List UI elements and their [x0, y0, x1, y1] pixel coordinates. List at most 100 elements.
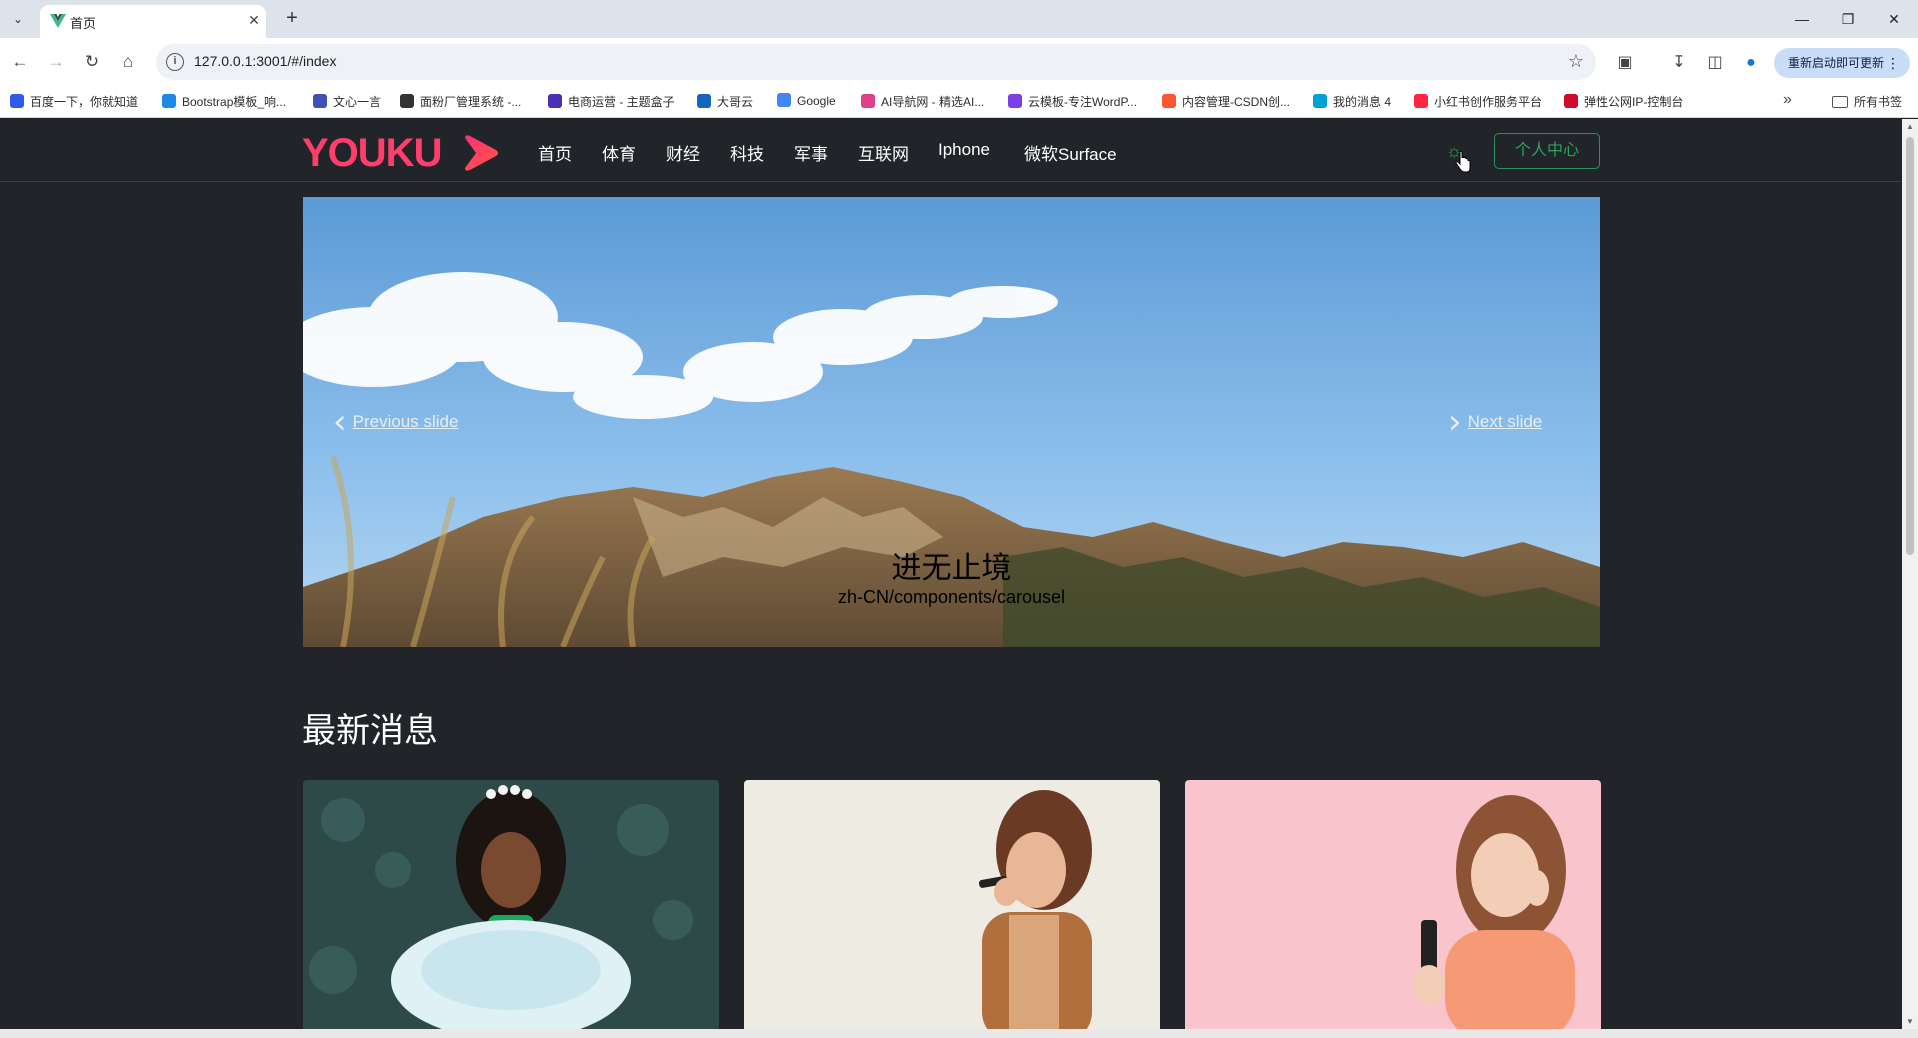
- bookmark-item[interactable]: 内容管理-CSDN创...: [1162, 93, 1290, 111]
- browser-toolbar: ← → ↻ ⌂ i 127.0.0.1:3001/#/index ☆ ▣ ↧ ◫…: [0, 38, 1918, 86]
- youku-play-logo-icon: [465, 135, 498, 171]
- bookmark-favicon-icon: [1162, 94, 1176, 108]
- update-label: 重新启动即可更新: [1788, 56, 1885, 70]
- bookmark-item[interactable]: 面粉厂管理系统 -...: [400, 93, 521, 111]
- chevron-right-icon: ›: [1448, 402, 1462, 442]
- prev-slide-label: Previous slide: [352, 412, 459, 431]
- download-icon[interactable]: ↧: [1668, 52, 1690, 74]
- bookmark-item[interactable]: 云模板-专注WordP...: [1008, 93, 1137, 111]
- bookmark-item[interactable]: 百度一下，你就知道: [10, 93, 138, 111]
- bookmark-item[interactable]: 文心一言: [313, 93, 381, 111]
- page-viewport: YOUKU 首页 体育 财经 科技 军事 互联网 Iphone 微软Surface ☼ 个人中…: [0, 119, 1902, 1029]
- browser-tab-strip: ⌄ 首页 ✕ + — ❐ ✕: [0, 0, 1918, 38]
- carousel-prev-control[interactable]: ‹ Previous slide: [333, 402, 458, 442]
- carousel-next-control[interactable]: › Next slide: [1448, 402, 1542, 442]
- bookmark-star-icon[interactable]: ☆: [1568, 51, 1584, 72]
- tab-search-icon[interactable]: ⌄: [6, 8, 30, 30]
- nav-link[interactable]: 微软Surface: [1024, 140, 1117, 165]
- bookmarks-bar: 百度一下，你就知道 Bootstrap模板_响... 文心一言 面粉厂管理系统 -..…: [0, 86, 1918, 118]
- profile-avatar-icon[interactable]: ●: [1740, 52, 1762, 74]
- folder-icon: [1832, 96, 1848, 108]
- window-close-icon[interactable]: ✕: [1874, 6, 1914, 32]
- back-arrow-icon[interactable]: ←: [6, 48, 34, 76]
- bookmark-label: 面粉厂管理系统 -...: [420, 95, 522, 109]
- nav-link[interactable]: 首页: [538, 140, 572, 165]
- address-bar[interactable]: i 127.0.0.1:3001/#/index ☆: [156, 44, 1596, 80]
- side-panel-icon[interactable]: ◫: [1704, 52, 1726, 74]
- vertical-scrollbar[interactable]: ▲ ▼: [1902, 119, 1918, 1029]
- reload-icon[interactable]: ↻: [78, 48, 106, 76]
- vue-favicon-icon: [50, 14, 66, 28]
- site-navbar: YOUKU 首页 体育 财经 科技 军事 互联网 Iphone 微软Surface ☼ 个人中…: [0, 119, 1902, 182]
- bookmark-label: Google: [797, 94, 836, 108]
- bookmark-item[interactable]: Bootstrap模板_响...: [162, 93, 286, 111]
- minimize-icon[interactable]: —: [1782, 6, 1822, 32]
- bookmark-item[interactable]: AI导航网 - 精选AI...: [861, 93, 984, 111]
- bookmark-favicon-icon: [1564, 94, 1578, 108]
- news-card-image[interactable]: [744, 780, 1160, 1029]
- bookmark-label: 内容管理-CSDN创...: [1182, 95, 1291, 109]
- all-bookmarks-folder[interactable]: 所有书签: [1832, 93, 1902, 110]
- bookmark-item[interactable]: 小红书创作服务平台: [1414, 93, 1542, 111]
- bookmark-label: AI导航网 - 精选AI...: [881, 95, 985, 109]
- bookmark-label: 云模板-专注WordP...: [1028, 95, 1137, 109]
- news-card-image[interactable]: [1185, 780, 1601, 1029]
- tab-close-icon[interactable]: ✕: [245, 11, 263, 29]
- profile-center-button[interactable]: 个人中心: [1494, 133, 1600, 169]
- bookmark-item[interactable]: 弹性公网IP-控制台: [1564, 93, 1683, 111]
- all-bookmarks-label: 所有书签: [1854, 95, 1903, 109]
- nav-link[interactable]: 互联网: [858, 140, 909, 165]
- scroll-down-arrow-icon[interactable]: ▼: [1905, 1017, 1915, 1026]
- bookmark-label: 小红书创作服务平台: [1434, 95, 1543, 109]
- bottom-edge: [0, 1029, 1918, 1038]
- bookmark-favicon-icon: [697, 94, 711, 108]
- scrollbar-thumb[interactable]: [1906, 137, 1914, 555]
- restore-icon[interactable]: ❐: [1828, 6, 1868, 32]
- nav-link[interactable]: 财经: [666, 140, 700, 165]
- news-card-image[interactable]: [303, 780, 719, 1029]
- more-menu-icon[interactable]: ⋮: [1886, 48, 1900, 78]
- bookmark-label: Bootstrap模板_响...: [182, 95, 287, 109]
- bookmark-favicon-icon: [10, 94, 24, 108]
- bookmark-label: 我的消息 4: [1333, 95, 1392, 109]
- next-slide-label: Next slide: [1467, 412, 1543, 431]
- bookmark-favicon-icon: [548, 94, 562, 108]
- bookmark-label: 弹性公网IP-控制台: [1584, 95, 1684, 109]
- logo-text: YOUKU: [302, 131, 442, 175]
- bookmark-item[interactable]: 电商运营 - 主题盒子: [548, 93, 675, 111]
- bookmark-favicon-icon: [162, 94, 176, 108]
- latest-news-heading: 最新消息: [302, 712, 438, 750]
- bookmark-label: 大哥云: [717, 95, 754, 109]
- woman-pink-phone-photo: [1185, 780, 1601, 1029]
- bookmark-label: 百度一下，你就知道: [30, 95, 139, 109]
- nav-link[interactable]: 体育: [602, 140, 636, 165]
- woman-phone-photo: [744, 780, 1160, 1029]
- bookmark-favicon-icon: [313, 94, 327, 108]
- scroll-up-arrow-icon[interactable]: ▲: [1905, 122, 1915, 131]
- new-tab-plus-icon[interactable]: +: [280, 7, 304, 31]
- bookmark-favicon-icon: [1313, 94, 1327, 108]
- url-text[interactable]: 127.0.0.1:3001/#/index: [194, 53, 336, 69]
- bookmark-favicon-icon: [1414, 94, 1428, 108]
- site-info-icon[interactable]: i: [166, 53, 184, 71]
- bookmark-favicon-icon: [861, 94, 875, 108]
- bookmark-item[interactable]: 我的消息 4: [1313, 93, 1391, 111]
- nav-link[interactable]: 军事: [794, 140, 828, 165]
- slide-caption-subtitle: zh-CN/components/carousel: [837, 587, 1066, 607]
- extensions-puzzle-icon[interactable]: ▣: [1614, 52, 1636, 74]
- nav-link[interactable]: 科技: [730, 140, 764, 165]
- bookmark-favicon-icon: [400, 94, 414, 108]
- home-icon[interactable]: ⌂: [114, 48, 142, 76]
- restart-to-update-button[interactable]: 重新启动即可更新 ⋮: [1774, 48, 1910, 78]
- bookmark-label: 电商运营 - 主题盒子: [568, 95, 675, 109]
- bookmark-label: 文心一言: [333, 95, 382, 109]
- forward-arrow-icon[interactable]: →: [42, 48, 70, 76]
- nav-link[interactable]: Iphone: [938, 140, 990, 160]
- bookmark-item[interactable]: Google: [777, 93, 836, 111]
- hero-carousel[interactable]: ‹ Previous slide › Next slide 进无止境 zh-CN/c…: [303, 197, 1600, 647]
- mouse-pointer-icon: [1455, 151, 1471, 173]
- bookmark-item[interactable]: 大哥云: [697, 93, 753, 111]
- chevron-left-icon: ‹: [333, 402, 347, 442]
- bookmarks-overflow-icon[interactable]: »: [1783, 91, 1792, 109]
- browser-tab-active[interactable]: 首页 ✕: [40, 5, 266, 38]
